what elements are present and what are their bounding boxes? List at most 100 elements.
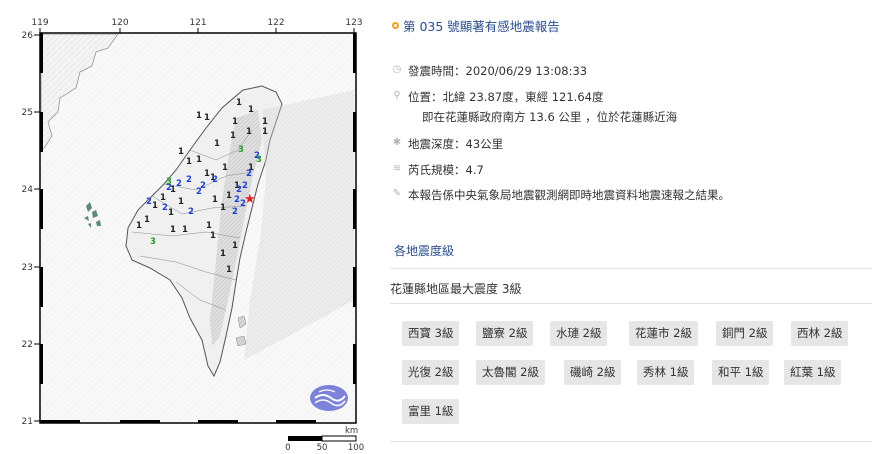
station-intensity-digit: 2 xyxy=(232,207,238,217)
station-intensity-digit: 1 xyxy=(212,195,218,205)
lat-tick-label: 24 xyxy=(22,185,34,195)
lon-tick-label: 120 xyxy=(111,18,128,28)
pencil-icon: ✎ xyxy=(392,188,402,199)
station-intensity-digit: 2 xyxy=(246,169,252,179)
cwb-logo xyxy=(310,385,348,411)
lon-tick-label: 119 xyxy=(31,18,48,28)
station-intensity-digit: 1 xyxy=(236,98,242,108)
station-intensity-digit: 3 xyxy=(256,155,262,165)
station-intensity-digit: 3 xyxy=(150,237,156,247)
station-intensity-digit: 1 xyxy=(160,193,166,203)
station-intensity-digit: 3 xyxy=(238,145,244,155)
earthquake-report: 第 035 號顯著有感地震報告 ◷ 發震時間：2020/06/29 13:08:… xyxy=(390,0,872,450)
station-tile: 花蓮市 2級 xyxy=(629,321,698,346)
station-intensity-digit: 1 xyxy=(168,208,174,218)
station-tile: 紅葉 1級 xyxy=(784,360,842,385)
location-value: 位置：北緯 23.87度，東經 121.64度 xyxy=(408,90,604,104)
station-tile: 西林 2級 xyxy=(791,321,849,346)
depth-row: ✱ 地震深度：43公里 xyxy=(392,136,503,152)
report-title-text: 第 035 號顯著有感地震報告 xyxy=(403,19,560,34)
station-intensity-digit: 1 xyxy=(246,127,252,137)
station-intensity-digit: 1 xyxy=(214,139,220,149)
location-sub: 即在花蓮縣政府南方 13.6 公里 ，位於花蓮縣近海 xyxy=(422,110,678,124)
wave-icon: ≋ xyxy=(392,163,402,174)
section-title: 各地震度級 xyxy=(394,244,455,258)
station-intensity-digit: 1 xyxy=(222,163,228,173)
time-value: 發震時間：2020/06/29 13:08:33 xyxy=(408,64,588,78)
station-tile: 富里 1級 xyxy=(402,399,460,424)
station-intensity-digit: 1 xyxy=(232,117,238,127)
scale-unit: km xyxy=(345,426,358,436)
station-intensity-digit: 1 xyxy=(204,169,210,179)
station-tile: 太魯閣 2級 xyxy=(476,360,545,385)
station-intensity-digit: 1 xyxy=(182,225,188,235)
station-intensity-digit: 2 xyxy=(162,203,168,213)
station-tile: 銅門 2級 xyxy=(716,321,774,346)
depth-value: 地震深度：43公里 xyxy=(408,137,504,151)
lat-labels: 26 25 24 23 22 21 xyxy=(22,31,34,427)
max-intensity: 花蓮縣地區最大震度 3級 xyxy=(390,282,522,296)
epicenter-marker: ★ xyxy=(244,192,256,207)
lon-tick-label: 121 xyxy=(189,18,206,28)
station-intensity-digit: 2 xyxy=(186,175,192,185)
station-intensity-digit: 1 xyxy=(178,147,184,157)
station-intensity-digit: 1 xyxy=(226,265,232,275)
circle-dot-icon xyxy=(392,22,399,29)
station-intensity-digit: 1 xyxy=(196,155,202,165)
station-intensity-digit: 1 xyxy=(206,221,212,231)
lon-tick-label: 122 xyxy=(267,18,284,28)
scale-label: 0 xyxy=(285,443,290,450)
map-svg: 119 120 121 122 123 26 25 24 23 22 21 11… xyxy=(22,18,365,453)
scale-label: 100 xyxy=(348,443,364,450)
lat-tick-label: 23 xyxy=(22,263,33,273)
magnitude-row: ≋ 芮氏規模：4.7 xyxy=(392,162,484,178)
location-row: ⚲ 位置：北緯 23.87度，東經 121.64度 xyxy=(392,89,603,105)
lat-tick-label: 25 xyxy=(22,108,33,118)
lat-tick-label: 26 xyxy=(22,31,34,41)
magnitude-value: 芮氏規模：4.7 xyxy=(408,163,484,177)
station-tile: 西寶 3級 xyxy=(402,321,460,346)
clock-icon: ◷ xyxy=(392,64,402,75)
station-intensity-digit: 1 xyxy=(144,215,150,225)
report-title: 第 035 號顯著有感地震報告 xyxy=(392,16,560,35)
station-intensity-digit: 2 xyxy=(236,185,242,195)
station-intensity-digit: 1 xyxy=(220,249,226,259)
station-intensity-digit: 1 xyxy=(262,117,268,127)
scale-label: 50 xyxy=(317,443,328,450)
station-intensity-digit: 1 xyxy=(170,225,176,235)
lon-labels: 119 120 121 122 123 xyxy=(31,18,362,28)
station-intensity-digit: 1 xyxy=(248,105,254,115)
note-text: 本報告係中央氣象局地震觀測網即時地震資料地震速報之結果。 xyxy=(408,188,730,202)
station-intensity-digit: 1 xyxy=(226,191,232,201)
map-pin-icon: ⚲ xyxy=(393,90,401,101)
station-intensity-digit: 1 xyxy=(204,113,210,123)
station-intensity-digit: 3 xyxy=(166,177,172,187)
station-intensity-digit: 2 xyxy=(242,181,248,191)
station-intensity-digit: 2 xyxy=(212,175,218,185)
intensity-map: 119 120 121 122 123 26 25 24 23 22 21 11… xyxy=(0,0,372,453)
divider xyxy=(390,441,872,442)
station-intensity-digit: 1 xyxy=(186,157,192,167)
station-intensity-digit: 1 xyxy=(262,127,268,137)
lat-tick-label: 22 xyxy=(22,340,33,350)
station-intensity-digit: 2 xyxy=(196,187,202,197)
station-intensity-digit: 1 xyxy=(232,241,238,251)
lat-ticks xyxy=(34,34,40,422)
station-tile: 鹽寮 2級 xyxy=(476,321,534,346)
note-row: ✎ 本報告係中央氣象局地震觀測網即時地震資料地震速報之結果。 xyxy=(392,187,730,203)
star-icon: ✱ xyxy=(392,137,402,148)
scale-bar: km 0 50 100 xyxy=(285,426,364,453)
station-tile: 水璉 2級 xyxy=(550,321,608,346)
station-intensity-digit: 1 xyxy=(152,201,158,211)
station-intensity-digit: 1 xyxy=(210,231,216,241)
station-intensity-digit: 2 xyxy=(176,179,182,189)
time-row: ◷ 發震時間：2020/06/29 13:08:33 xyxy=(392,63,587,79)
station-tile: 光復 2級 xyxy=(402,360,460,385)
station-tile: 秀林 1級 xyxy=(637,360,695,385)
divider xyxy=(390,268,872,269)
station-intensity-digit: 1 xyxy=(230,131,236,141)
lat-tick-label: 21 xyxy=(22,417,33,427)
station-intensity-digit: 2 xyxy=(188,207,194,217)
lon-tick-label: 123 xyxy=(345,18,362,28)
station-intensity-digit: 2 xyxy=(146,197,152,207)
